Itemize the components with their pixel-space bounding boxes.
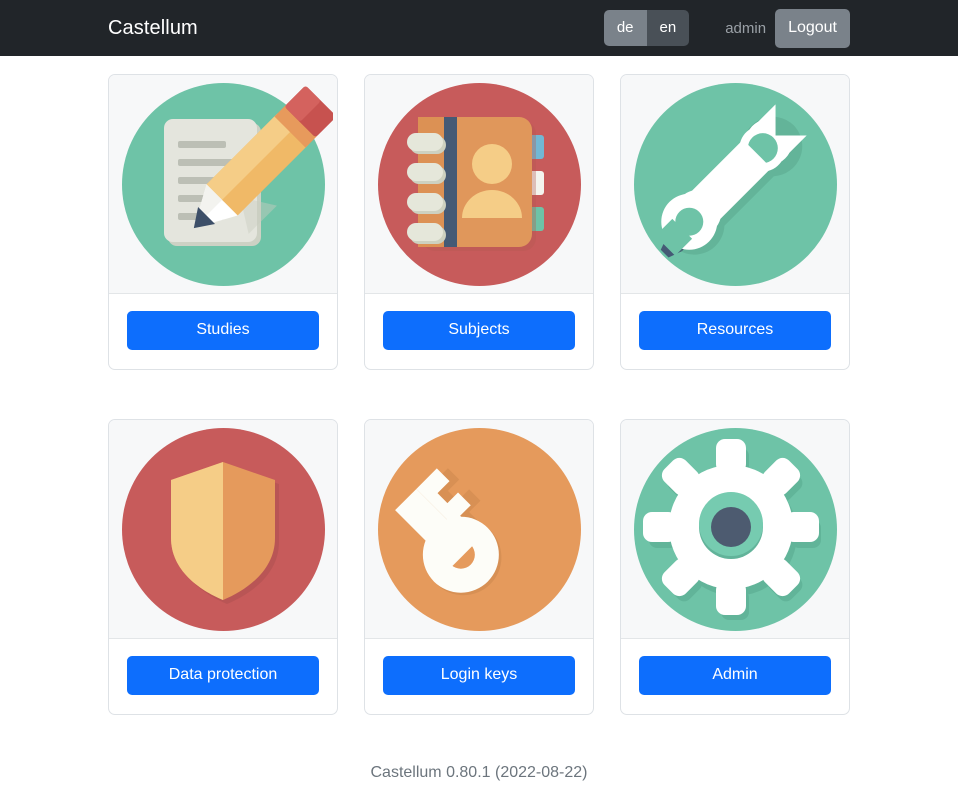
card-button-data-protection[interactable]: Data protection [127,656,319,695]
card-body-studies: Studies [109,294,337,369]
card-login-keys[interactable]: Login keys [364,419,594,715]
gear-icon [633,427,837,631]
footer: Castellum 0.80.1 (2022-08-22) [370,764,588,781]
card-image-admin [621,420,849,639]
key-icon [377,427,581,631]
card-button-admin[interactable]: Admin [639,656,831,695]
card-body-data-protection: Data protection [109,639,337,714]
address-book-icon [377,82,581,286]
navbar-right-group: de en admin Logout [603,8,850,48]
card-data-protection[interactable]: Data protection [108,419,338,715]
card-button-studies[interactable]: Studies [127,311,319,350]
card-image-resources [621,75,849,294]
language-button-en[interactable]: en [646,10,690,46]
document-pencil-icon [121,82,333,286]
card-body-admin: Admin [621,639,849,714]
wrench-screwdriver-icon [633,82,837,286]
card-image-login-keys [365,420,593,639]
card-body-subjects: Subjects [365,294,593,369]
card-row-1: Studies Subjects Resources [108,74,850,370]
card-body-resources: Resources [621,294,849,369]
card-subjects[interactable]: Subjects [364,74,594,370]
card-button-resources[interactable]: Resources [639,311,831,350]
current-user-label: admin [725,19,767,37]
logout-button[interactable]: Logout [775,8,850,48]
language-button-de[interactable]: de [603,10,647,46]
language-switcher: de en [603,10,690,46]
card-image-studies [109,75,337,294]
card-grid: Studies Subjects Resources Data protecti… [0,56,958,782]
card-body-login-keys: Login keys [365,639,593,714]
card-button-login-keys[interactable]: Login keys [383,656,575,695]
card-button-subjects[interactable]: Subjects [383,311,575,350]
card-resources[interactable]: Resources [620,74,850,370]
navbar: Castellum de en admin Logout [0,0,958,56]
card-image-subjects [365,75,593,294]
card-studies[interactable]: Studies [108,74,338,370]
card-image-data-protection [109,420,337,639]
shield-icon [121,427,325,631]
brand-title: Castellum [108,17,198,39]
card-admin[interactable]: Admin [620,419,850,715]
card-row-2: Data protection Login keys Admin [108,419,850,715]
